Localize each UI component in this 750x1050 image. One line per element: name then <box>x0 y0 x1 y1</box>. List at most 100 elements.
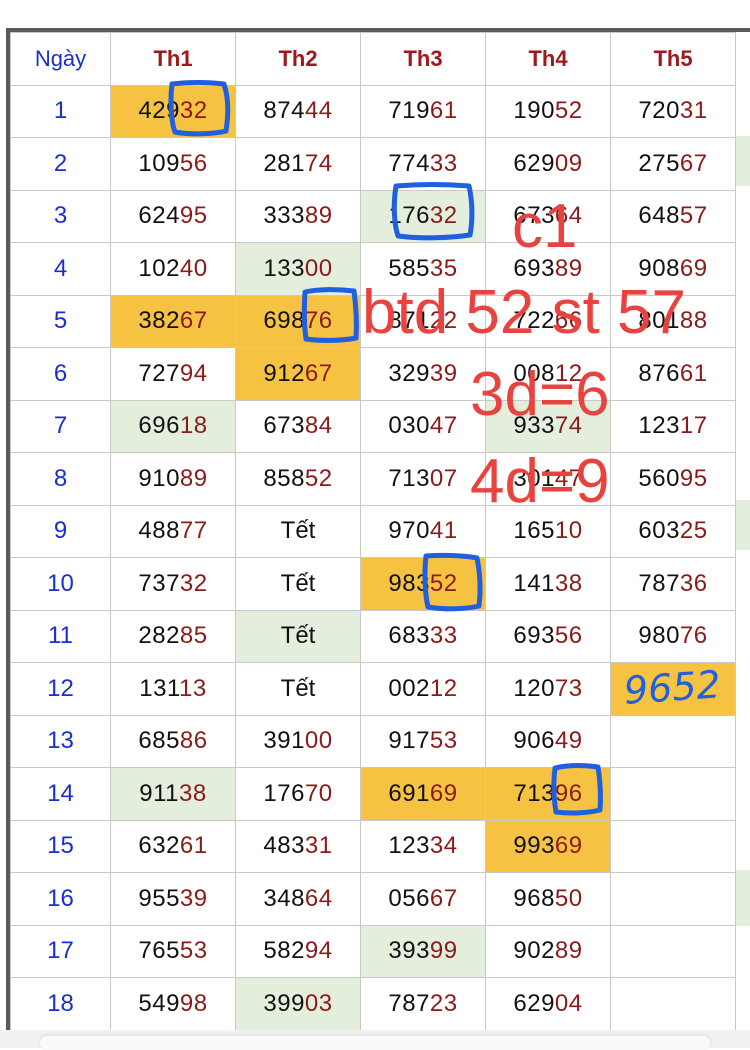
result-cell: 90869 <box>610 242 736 296</box>
number-suffix: 67 <box>429 884 458 912</box>
result-number: 48331 <box>263 832 332 859</box>
result-number: 68586 <box>138 727 207 754</box>
result-cell: 42932 <box>110 84 236 138</box>
number-prefix: 190 <box>513 97 555 125</box>
result-number: 62909 <box>513 150 582 177</box>
result-cell: 39100 <box>235 714 361 768</box>
result-cell: 33389 <box>235 189 361 243</box>
number-prefix: 801 <box>638 307 680 335</box>
number-suffix: 69 <box>554 832 583 860</box>
number-suffix: 85 <box>179 622 208 650</box>
result-number: 28174 <box>263 150 332 177</box>
table-row: 8 91089 85852 71307 30147 56095 <box>10 452 736 506</box>
number-prefix: 765 <box>138 937 180 965</box>
result-number: 19052 <box>513 97 582 124</box>
result-cell: 54998 <box>110 977 236 1031</box>
result-number: 77433 <box>388 150 457 177</box>
number-suffix: 70 <box>304 779 333 807</box>
number-prefix: 698 <box>263 307 305 335</box>
result-number: 56095 <box>638 465 707 492</box>
result-cell <box>610 767 736 821</box>
result-cell: 78736 <box>610 557 736 611</box>
result-cell: 99369 <box>485 819 611 873</box>
number-suffix: 69 <box>429 779 458 807</box>
result-number: 58294 <box>263 937 332 964</box>
result-number: 69356 <box>513 622 582 649</box>
number-prefix: 720 <box>638 97 680 125</box>
result-cell: 68586 <box>110 714 236 768</box>
result-cell: 62495 <box>110 189 236 243</box>
number-suffix: 99 <box>429 937 458 965</box>
number-suffix: 56 <box>179 149 208 177</box>
number-prefix: 968 <box>513 884 555 912</box>
number-prefix: 787 <box>388 989 430 1017</box>
result-cell: 80188 <box>610 294 736 348</box>
number-suffix: 88 <box>679 307 708 335</box>
result-number: 27567 <box>638 150 707 177</box>
number-suffix: 33 <box>429 622 458 650</box>
result-cell: 91753 <box>360 714 486 768</box>
number-prefix: 120 <box>513 674 555 702</box>
number-prefix: 911 <box>139 779 180 807</box>
result-cell: 98076 <box>610 609 736 663</box>
number-prefix: 910 <box>138 464 180 492</box>
number-prefix: 329 <box>388 359 430 387</box>
top-bar <box>0 0 750 30</box>
partial-cell-green <box>736 500 750 550</box>
result-cell: 28174 <box>235 137 361 191</box>
number-prefix: 282 <box>138 622 180 650</box>
number-suffix: 03 <box>304 989 333 1017</box>
result-number: 87444 <box>263 97 332 124</box>
number-prefix: 624 <box>138 202 180 230</box>
number-prefix: 176 <box>263 779 305 807</box>
number-suffix: 53 <box>179 937 208 965</box>
number-suffix: 94 <box>179 359 208 387</box>
table-body: 1 42932 87444 71961 19052 72031 2 10956 28174 774… <box>10 84 736 1031</box>
result-cell: 67384 <box>235 399 361 453</box>
number-prefix: 585 <box>388 254 430 282</box>
result-number: 72266 <box>513 307 582 334</box>
result-cell: 13300 <box>235 242 361 296</box>
number-suffix: 22 <box>429 307 458 335</box>
partial-cell-green <box>736 870 750 926</box>
result-cell: Tết <box>235 662 361 716</box>
day-cell: 3 <box>10 189 111 243</box>
table-row: 3 62495 33389 17632 67364 64857 <box>10 189 736 243</box>
result-cell <box>610 714 736 768</box>
number-prefix: 483 <box>263 832 305 860</box>
result-cell <box>610 819 736 873</box>
result-cell: 56095 <box>610 452 736 506</box>
number-prefix: 281 <box>263 149 305 177</box>
number-prefix: 333 <box>263 202 305 230</box>
result-number: 69618 <box>138 412 207 439</box>
number-suffix: 89 <box>304 202 333 230</box>
result-cell: 69356 <box>485 609 611 663</box>
number-prefix: 382 <box>138 307 180 335</box>
result-number: 17670 <box>263 780 332 807</box>
result-number: 13300 <box>263 255 332 282</box>
result-number: 39100 <box>263 727 332 754</box>
number-suffix: 12 <box>554 359 583 387</box>
number-suffix: 96 <box>554 779 583 807</box>
number-suffix: 66 <box>554 307 583 335</box>
result-number: 97041 <box>388 517 457 544</box>
number-prefix: 737 <box>138 569 180 597</box>
result-number: 95539 <box>138 885 207 912</box>
number-prefix: 399 <box>263 989 305 1017</box>
day-cell: 15 <box>10 819 111 873</box>
number-prefix: 955 <box>138 884 180 912</box>
result-number: 87661 <box>638 360 707 387</box>
number-suffix: 61 <box>679 359 708 387</box>
number-suffix: 38 <box>554 569 583 597</box>
result-cell: 38267 <box>110 294 236 348</box>
holiday-label: Tết <box>280 569 316 597</box>
result-cell: 13113 <box>110 662 236 716</box>
day-cell: 14 <box>10 767 111 821</box>
result-number: 60325 <box>638 517 707 544</box>
result-cell: 48877 <box>110 504 236 558</box>
number-prefix: 008 <box>513 359 555 387</box>
result-cell: 62904 <box>485 977 611 1031</box>
number-suffix: 13 <box>179 674 207 702</box>
result-cell: 10240 <box>110 242 236 296</box>
number-prefix: 102 <box>138 254 180 282</box>
